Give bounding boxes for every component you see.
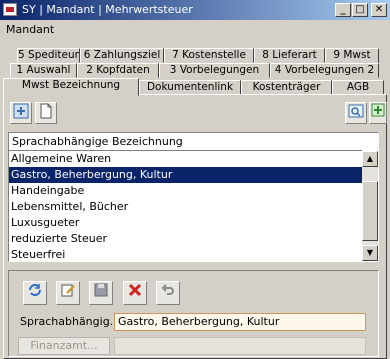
list-item[interactable]: Lebensmittel, Bücher <box>9 199 362 215</box>
menu-mandant[interactable]: Mandant <box>6 23 54 36</box>
tab-mwst-bezeichnung[interactable]: Mwst Bezeichnung <box>3 78 139 96</box>
tab-lieferart[interactable]: 8 Lieferart <box>254 48 325 63</box>
undo-icon[interactable] <box>156 281 180 305</box>
maximize-button[interactable]: □ <box>352 3 368 17</box>
close-button[interactable]: ✕ <box>371 3 387 17</box>
description-field[interactable]: Gastro, Beherbergung, Kultur <box>114 313 366 331</box>
list-item[interactable]: Luxusgueter <box>9 215 362 231</box>
finanzamt-field[interactable] <box>114 337 366 355</box>
list-item[interactable]: Steuerfrei <box>9 247 362 261</box>
tab-dokumentenlink[interactable]: Dokumentenlink <box>139 80 241 95</box>
tab-mwst[interactable]: 9 Mwst <box>325 48 379 63</box>
finanzamt-button[interactable]: Finanzamt... <box>18 337 110 355</box>
tab-agb[interactable]: AGB <box>332 80 384 95</box>
tab-vorbelegungen-2[interactable]: 4 Vorbelegungen 2 <box>270 63 379 78</box>
scroll-down-icon[interactable]: ▼ <box>362 245 378 261</box>
tab-kostentraeger[interactable]: Kostenträger <box>241 80 332 95</box>
add-icon[interactable] <box>369 102 387 124</box>
tab-zahlungsziel[interactable]: 6 Zahlungsziel <box>80 48 164 63</box>
grid-select-icon[interactable] <box>10 102 32 124</box>
refresh-icon[interactable] <box>23 281 47 305</box>
tab-kostenstelle[interactable]: 7 Kostenstelle <box>164 48 254 63</box>
list-item[interactable]: reduzierte Steuer <box>9 231 362 247</box>
app-icon <box>3 3 17 16</box>
list-item[interactable]: Handeingabe <box>9 183 362 199</box>
vertical-scrollbar[interactable]: ▲ ▼ <box>362 151 378 261</box>
tab-spediteur[interactable]: 5 Spediteur <box>17 48 80 63</box>
title-bar: SY | Mandant | Mehrwertsteuer _ □ ✕ <box>0 0 390 20</box>
tab-auswahl[interactable]: 1 Auswahl <box>10 63 77 78</box>
new-document-icon[interactable] <box>35 102 57 124</box>
scroll-up-icon[interactable]: ▲ <box>362 151 378 167</box>
save-icon[interactable] <box>89 281 113 305</box>
edit-icon[interactable] <box>56 281 80 305</box>
list-header[interactable]: Sprachabhängige Bezeichnung <box>9 133 362 151</box>
menu-bar: Mandant <box>0 20 390 39</box>
tab-vorbelegungen[interactable]: 3 Vorbelegungen <box>159 63 270 78</box>
window-title: SY | Mandant | Mehrwertsteuer <box>22 3 193 16</box>
minimize-button[interactable]: _ <box>335 3 351 17</box>
tab-kopfdaten[interactable]: 2 Kopfdaten <box>77 63 159 78</box>
description-list: Sprachabhängige Bezeichnung Allgemeine W… <box>8 132 379 262</box>
scroll-thumb[interactable] <box>362 181 378 241</box>
list-item-selected[interactable]: Gastro, Beherbergung, Kultur <box>9 167 362 183</box>
description-label: Sprachabhängig... <box>20 315 121 328</box>
list-item[interactable]: Allgemeine Waren <box>9 151 362 167</box>
delete-icon[interactable] <box>123 281 147 305</box>
search-icon[interactable] <box>345 102 367 124</box>
